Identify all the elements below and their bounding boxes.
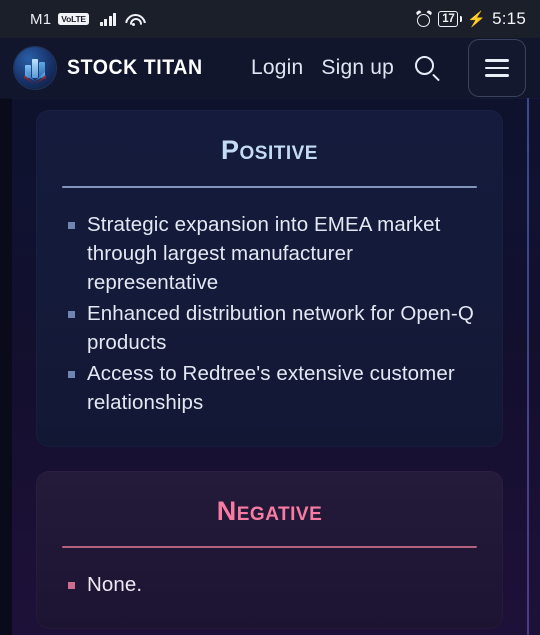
vertical-scrollbar[interactable] bbox=[527, 98, 529, 635]
status-bar-left: M1 VoLTE bbox=[30, 11, 142, 28]
signup-link[interactable]: Sign up bbox=[321, 56, 394, 80]
status-bar: M1 VoLTE 17 ⚡ 5:15 bbox=[0, 0, 540, 38]
brand-home-link[interactable]: STOCK TITAN bbox=[14, 47, 213, 89]
list-item: Access to Redtree's extensive customer r… bbox=[62, 359, 477, 417]
main-content: Positive Strategic expansion into EMEA m… bbox=[12, 98, 527, 635]
brand-name: STOCK TITAN bbox=[67, 56, 203, 79]
positive-card: Positive Strategic expansion into EMEA m… bbox=[36, 110, 503, 447]
positive-points-list: Strategic expansion into EMEA market thr… bbox=[62, 210, 477, 417]
status-bar-right: 17 ⚡ 5:15 bbox=[415, 9, 526, 29]
list-item: None. bbox=[62, 570, 477, 599]
stock-titan-logo-icon bbox=[14, 47, 56, 89]
lightning-bolt-icon: ⚡ bbox=[467, 10, 487, 28]
left-gutter bbox=[0, 98, 12, 635]
site-header: STOCK TITAN Login Sign up bbox=[0, 38, 540, 98]
wifi-icon bbox=[125, 13, 142, 26]
negative-card: Negative None. bbox=[36, 470, 503, 630]
volte-badge: VoLTE bbox=[58, 13, 89, 25]
search-icon[interactable] bbox=[410, 51, 444, 85]
battery-level-label: 17 bbox=[438, 11, 459, 27]
positive-card-title: Positive bbox=[221, 135, 318, 165]
list-item: Enhanced distribution network for Open-Q… bbox=[62, 299, 477, 357]
battery-tip bbox=[459, 16, 463, 22]
phone-screen: M1 VoLTE 17 ⚡ 5:15 STOCK TITAN Login Sig… bbox=[0, 0, 540, 635]
clock-label: 5:15 bbox=[492, 9, 526, 28]
list-item: Strategic expansion into EMEA market thr… bbox=[62, 210, 477, 297]
signal-bars-icon bbox=[99, 12, 117, 26]
negative-points-list: None. bbox=[62, 570, 477, 599]
negative-card-divider bbox=[62, 546, 477, 549]
login-link[interactable]: Login bbox=[251, 56, 303, 80]
hamburger-menu-icon[interactable] bbox=[468, 39, 526, 97]
negative-card-title: Negative bbox=[216, 495, 323, 526]
header-nav: Login Sign up bbox=[251, 39, 526, 97]
carrier-label: M1 bbox=[30, 10, 52, 28]
alarm-clock-icon bbox=[415, 9, 433, 27]
positive-card-divider bbox=[62, 185, 477, 188]
battery-indicator: 17 bbox=[438, 11, 463, 27]
